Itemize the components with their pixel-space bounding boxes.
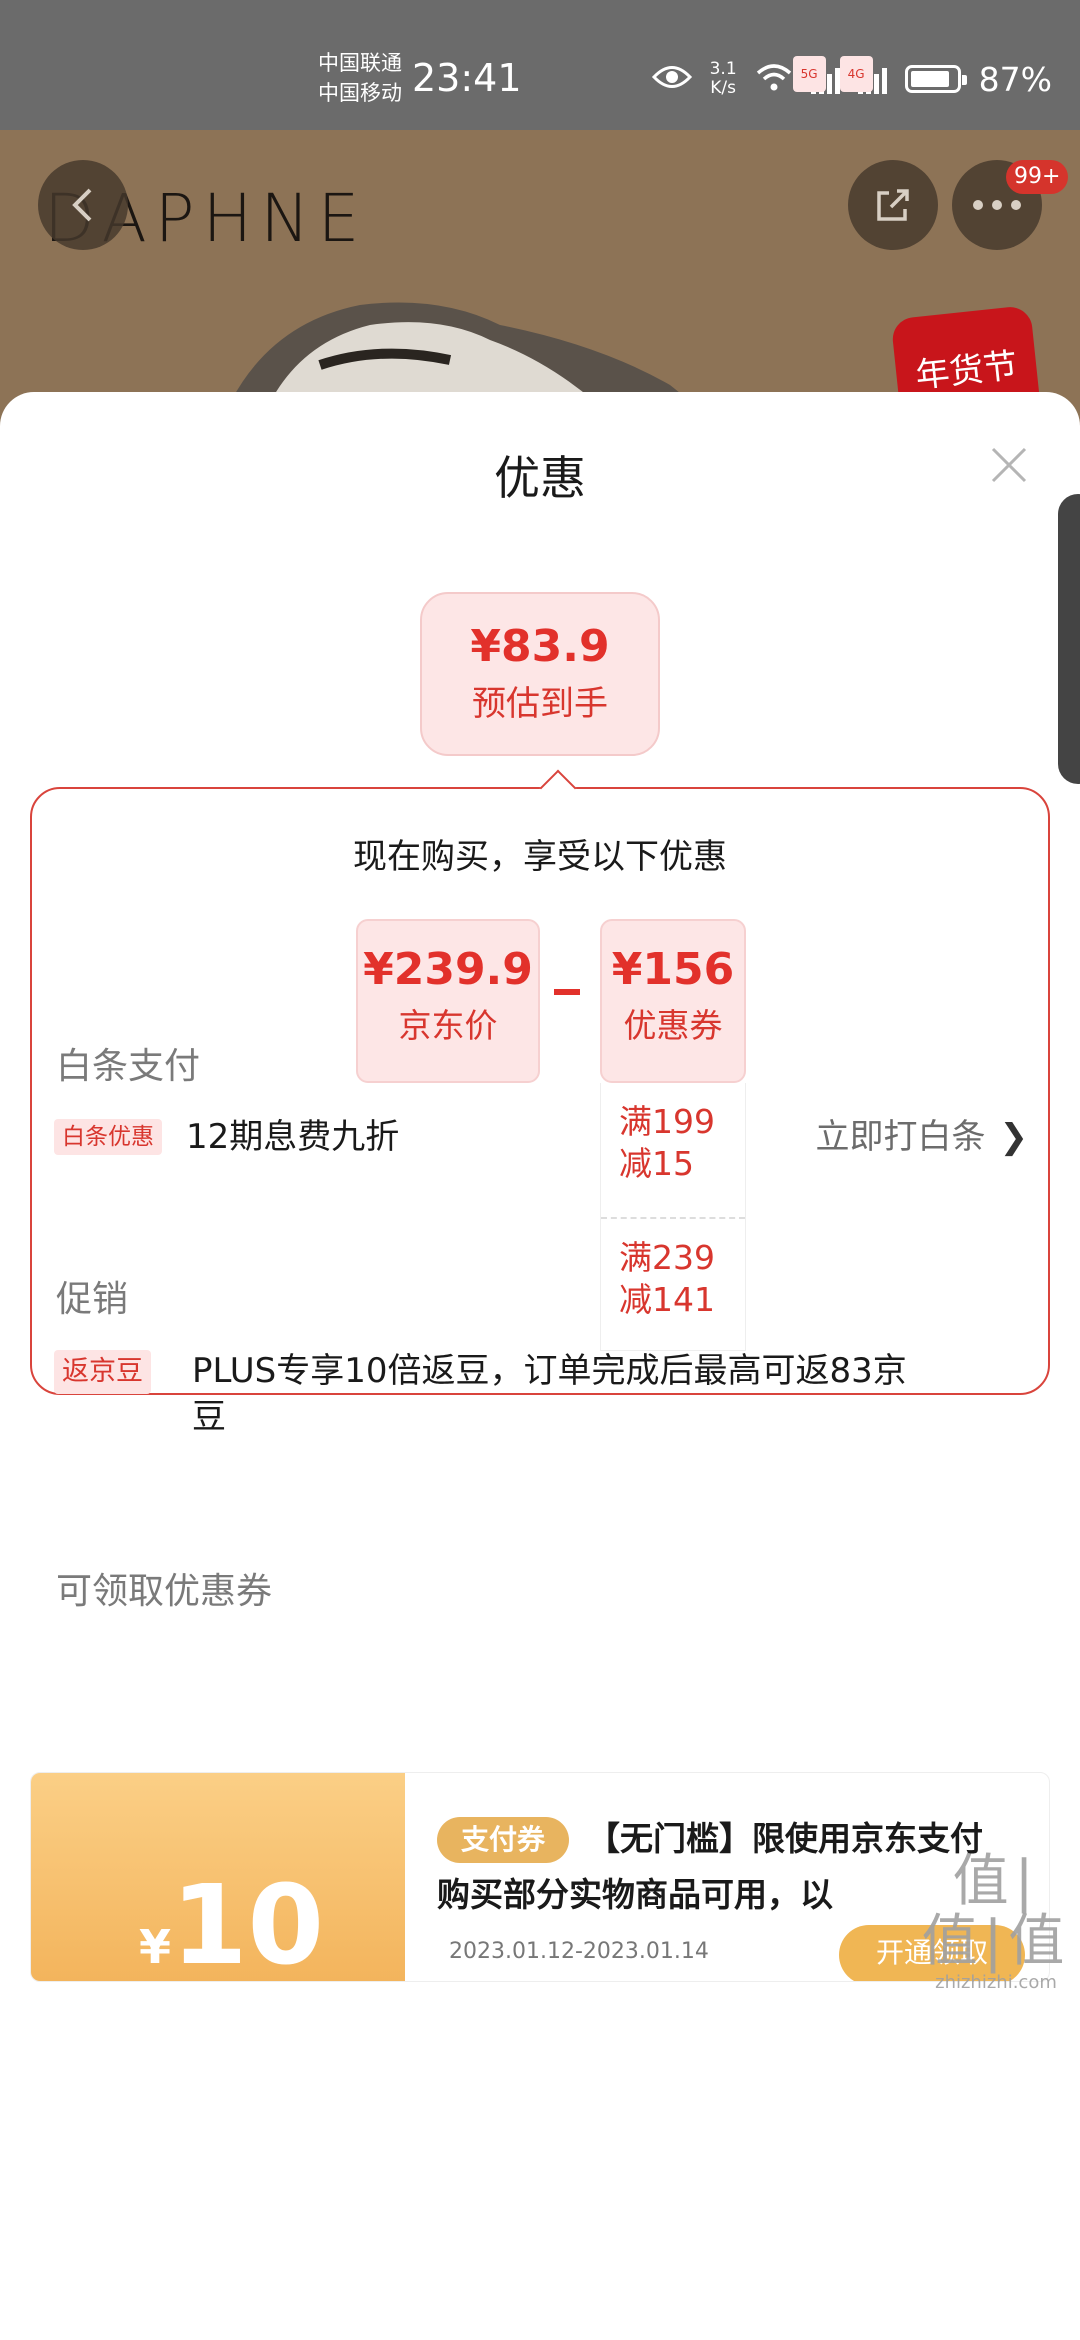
net-speed-unit: K/s (710, 78, 736, 98)
coupon-rule: 满199 减15 (601, 1083, 745, 1217)
side-handle[interactable] (1058, 494, 1080, 784)
coupon-value-panel: ¥10 (31, 1773, 405, 1981)
coupon-amount: ¥10 (139, 1865, 324, 1981)
rule-threshold: 满199 (619, 1102, 715, 1141)
promotion-sheet: 优惠 ¥83.9 预估到手 现在购买，享受以下优惠 ¥239.9 京东价 ¥15… (0, 392, 1080, 2340)
coupon-amount-value: 10 (171, 1861, 325, 1982)
product-image-area: DAPHNE 99+ 年货节 (0, 130, 1080, 430)
baitiao-offer-text: 12期息费九折 (186, 1117, 400, 1157)
close-icon[interactable] (988, 444, 1030, 486)
coupon-validity: 2023.01.12-2023.01.14 (449, 1939, 709, 1964)
back-button[interactable] (38, 160, 128, 250)
watermark-mark: 值|值|值 (921, 1849, 1071, 1974)
coupon-currency: ¥ (139, 1920, 172, 1974)
coupon-discount-value: ¥156 (611, 944, 735, 995)
watermark-url: zhizhizhi.com (935, 1972, 1057, 1993)
coupon-rule: 满239 减141 (601, 1217, 745, 1351)
back-arrow-icon (72, 188, 92, 222)
promo-heading: 现在购买，享受以下优惠 (353, 837, 727, 877)
baitiao-action-label: 立即打白条 (815, 1117, 986, 1157)
promotion-text-line: 豆 (192, 1397, 226, 1437)
promo-breakdown: 现在购买，享受以下优惠 ¥239.9 京东价 ¥156 优惠券 满199 减15… (30, 769, 1050, 1395)
carrier-2: 中国移动 (318, 81, 402, 105)
wifi-icon (755, 62, 793, 96)
rule-discount: 减15 (619, 1144, 694, 1183)
promotion-text: PLUS专享10倍返豆，订单完成后最高可返83京 豆 (192, 1348, 1032, 1440)
jd-price-label: 京东价 (398, 1006, 498, 1045)
coupon-discount-card: ¥156 优惠券 (600, 919, 746, 1083)
battery-icon (904, 65, 967, 93)
share-button[interactable] (848, 160, 938, 250)
estimated-price-bubble: ¥83.9 预估到手 (420, 592, 660, 756)
status-icons: 3.1 K/s 5G 4G 87% (651, 56, 1052, 102)
jd-price-value: ¥239.9 (363, 944, 533, 995)
coupons-section-title: 可领取优惠券 (56, 1571, 273, 1612)
promotion-section-title: 促销 (56, 1279, 129, 1320)
coupon-card[interactable]: ¥10 【无门槛】限使用京东支付购买部分实物商品可用，以 支付券 2023.01… (30, 1772, 1050, 1982)
net-speed-value: 3.1 (709, 59, 737, 79)
eye-icon (651, 64, 692, 94)
estimated-price-label: 预估到手 (472, 684, 608, 724)
promotion-tag: 返京豆 (54, 1350, 151, 1394)
net-speed: 3.1 K/s (710, 60, 737, 98)
promotion-text-line: PLUS专享10倍返豆，订单完成后最高可返83京 (192, 1351, 907, 1391)
clock: 23:41 (412, 56, 522, 100)
baitiao-section-title: 白条支付 (56, 1046, 201, 1087)
watermark: 值|值|值 zhizhizhi.com (912, 1849, 1080, 1994)
rule-discount: 减141 (619, 1280, 715, 1319)
coupon-discount-label: 优惠券 (623, 1006, 723, 1045)
sheet-title: 优惠 (494, 451, 586, 505)
status-bar: 中国联通 中国移动 23:41 3.1 K/s 5G 4G 87% (0, 0, 1080, 130)
baitiao-tag: 白条优惠 (54, 1119, 162, 1155)
signal-4g-label: 4G (839, 56, 873, 92)
more-dots-icon (973, 200, 1021, 210)
screen: 中国联通 中国移动 23:41 3.1 K/s 5G 4G 87% DAPHNE… (0, 0, 1080, 2340)
message-count-badge: 99+ (1006, 160, 1069, 194)
battery-percent: 87% (978, 59, 1052, 99)
signal-5g-label: 5G (792, 56, 826, 92)
baitiao-action-link[interactable]: 立即打白条 ❯ (816, 1114, 1029, 1160)
minus-sign (554, 989, 580, 995)
estimated-price: ¥83.9 (470, 621, 610, 672)
coupon-type-tag: 支付券 (437, 1817, 570, 1863)
share-icon (877, 189, 909, 221)
chevron-right-icon: ❯ (999, 1117, 1029, 1157)
jd-price-card: ¥239.9 京东价 (356, 919, 540, 1083)
rule-threshold: 满239 (619, 1238, 715, 1277)
bubble-pointer (539, 769, 577, 807)
carrier-1: 中国联通 (318, 51, 402, 75)
coupon-rule-list: 满199 减15 满239 减141 (600, 1083, 746, 1351)
carrier-names: 中国联通 中国移动 (318, 48, 402, 108)
signal-4g-icon: 4G (839, 56, 887, 94)
signal-5g-icon: 5G (792, 56, 840, 94)
